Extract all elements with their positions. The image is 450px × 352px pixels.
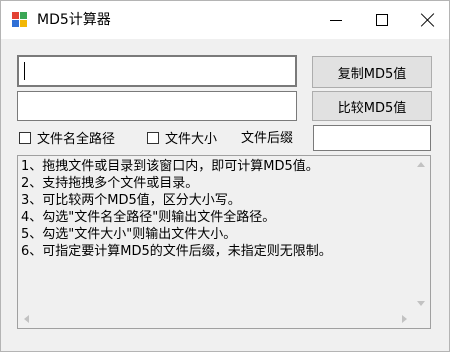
md5-input-2[interactable] <box>17 91 297 121</box>
file-suffix-input[interactable] <box>313 125 431 151</box>
file-size-label: 文件大小 <box>165 132 218 147</box>
app-logo-icon <box>12 12 27 27</box>
help-line: 3、可比较两个MD5值，区分大小写。 <box>21 193 241 208</box>
full-path-checkbox-box[interactable] <box>19 131 31 144</box>
minimize-button[interactable] <box>313 1 359 39</box>
md5-input-1[interactable] <box>17 55 297 87</box>
file-size-checkbox-box[interactable] <box>147 131 159 144</box>
window-title: MD5计算器 <box>37 12 111 28</box>
help-line: 4、勾选"文件名全路径"则输出文件全路径。 <box>21 210 276 225</box>
scroll-up-icon[interactable] <box>417 162 425 167</box>
full-path-checkbox[interactable]: 文件名全路径 <box>19 128 115 147</box>
close-button[interactable] <box>405 1 450 39</box>
scrollbar-corner <box>413 311 430 328</box>
title-bar[interactable]: MD5计算器 <box>1 1 449 39</box>
horizontal-scrollbar[interactable] <box>18 311 413 328</box>
scroll-left-icon[interactable] <box>24 315 29 323</box>
compare-md5-button[interactable]: 比较MD5值 <box>312 91 432 121</box>
close-icon <box>421 13 435 27</box>
vertical-scrollbar[interactable] <box>412 156 430 311</box>
scroll-right-icon[interactable] <box>402 315 407 323</box>
minimize-icon <box>330 19 342 21</box>
maximize-button[interactable] <box>359 1 405 39</box>
help-line: 5、勾选"文件大小"则输出文件大小。 <box>21 227 237 242</box>
text-caret <box>24 62 25 80</box>
help-line: 2、支持拖拽多个文件或目录。 <box>21 176 199 191</box>
full-path-label: 文件名全路径 <box>37 132 116 147</box>
file-size-checkbox[interactable]: 文件大小 <box>147 128 217 147</box>
output-textarea[interactable]: 1、拖拽文件或目录到该窗口内，即可计算MD5值。 2、支持拖拽多个文件或目录。 … <box>17 155 431 329</box>
maximize-icon <box>376 14 388 26</box>
help-line: 1、拖拽文件或目录到该窗口内，即可计算MD5值。 <box>21 159 319 174</box>
app-window: MD5计算器 复制MD5值 比较MD5值 文件名全路径 文件大小 文件后缀 1、… <box>0 0 450 352</box>
copy-md5-button[interactable]: 复制MD5值 <box>312 56 432 88</box>
scroll-down-icon[interactable] <box>417 301 425 306</box>
file-suffix-label: 文件后缀 <box>241 131 294 146</box>
help-line: 6、可指定要计算MD5的文件后缀，未指定则无限制。 <box>21 244 332 259</box>
